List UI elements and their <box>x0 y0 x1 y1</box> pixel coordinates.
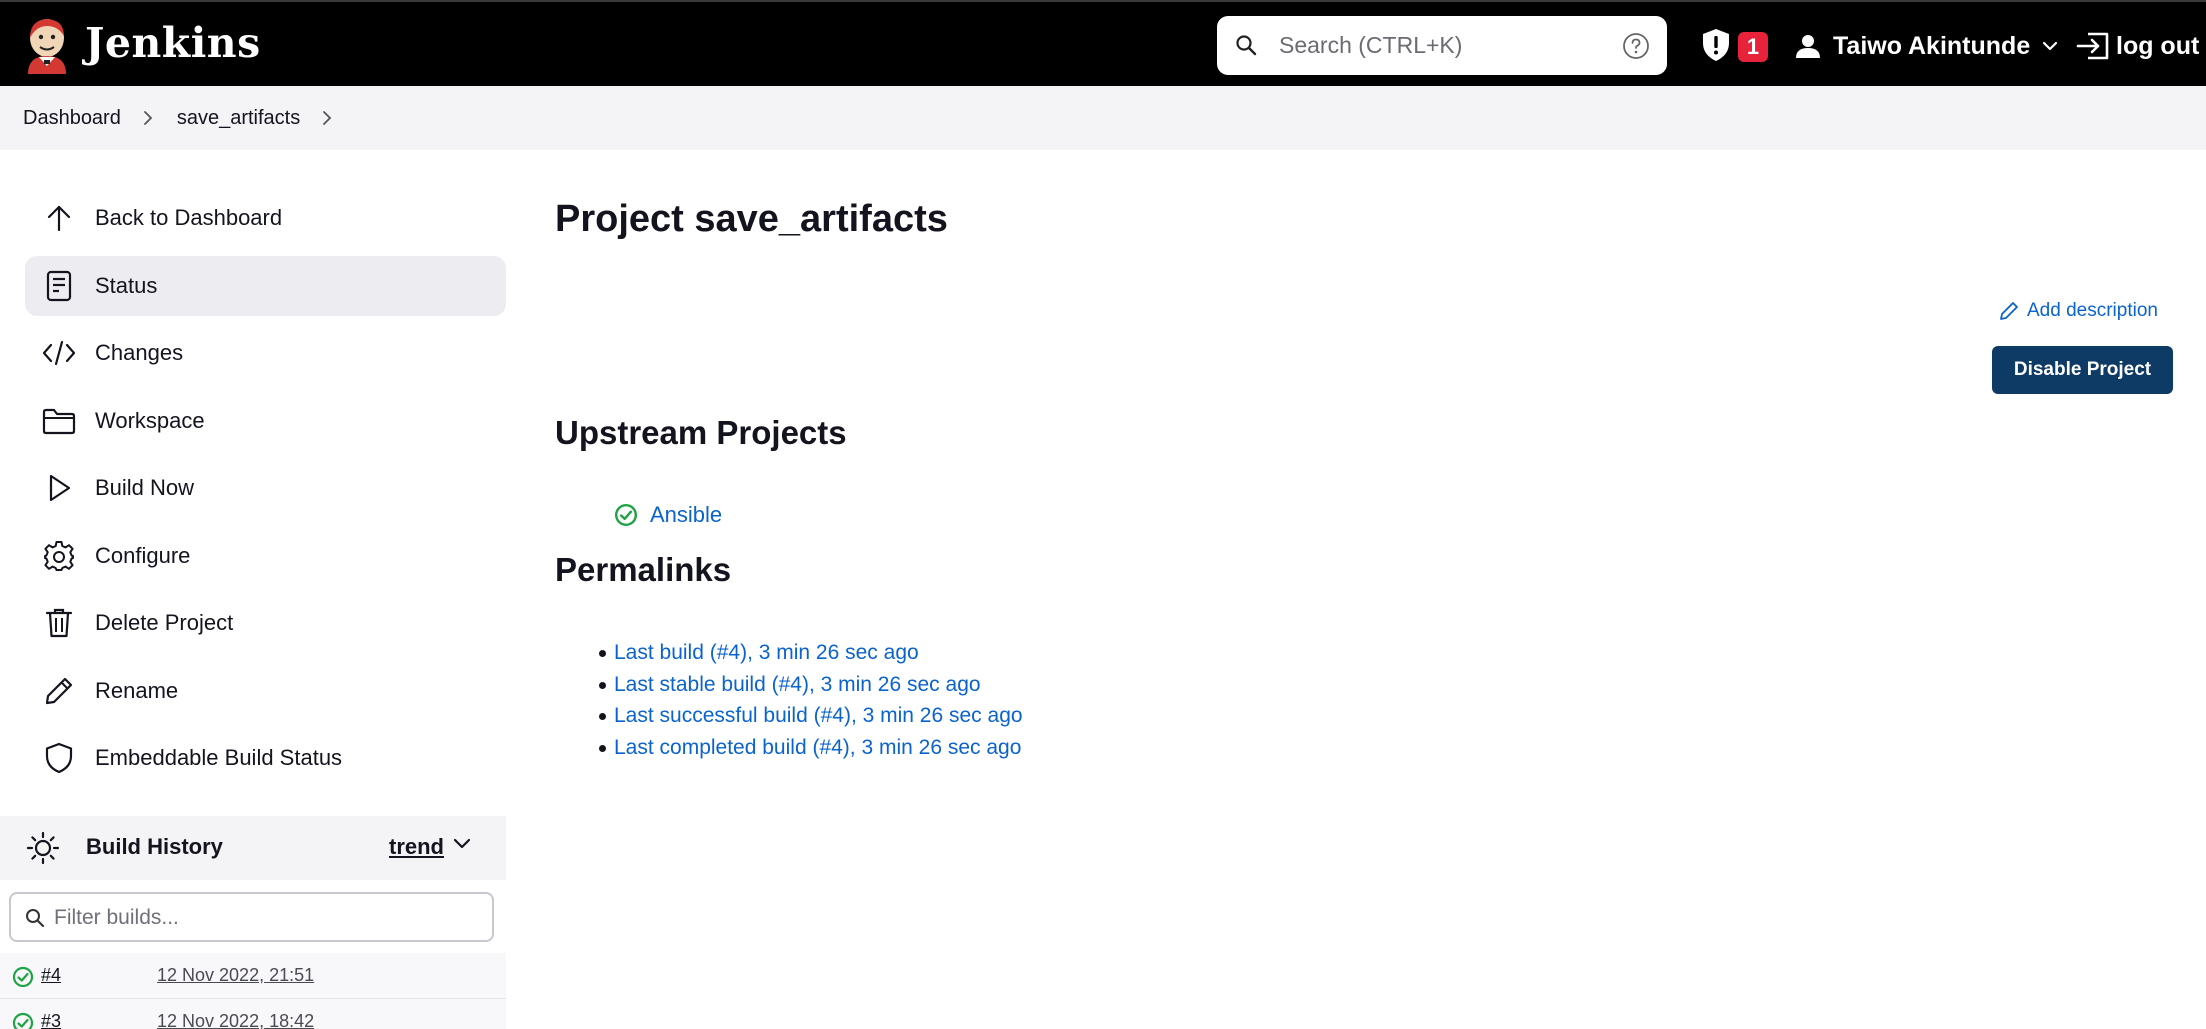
build-number-link[interactable]: #3 <box>41 1011 61 1029</box>
build-number-link[interactable]: #4 <box>41 965 61 986</box>
trash-icon <box>42 606 76 640</box>
page-title: Project save_artifacts <box>555 198 948 240</box>
sidebar-item-build-now[interactable]: Build Now <box>25 458 506 518</box>
permalink-last-successful-build[interactable]: Last successful build (#4), 3 min 26 sec… <box>599 701 1023 733</box>
code-icon <box>42 336 76 370</box>
breadcrumb-dashboard[interactable]: Dashboard <box>23 107 121 130</box>
build-history-header: Build History trend <box>0 816 506 880</box>
sidebar-item-label: Rename <box>95 678 179 703</box>
sidebar-item-delete-project[interactable]: Delete Project <box>25 593 506 653</box>
folder-icon <box>42 404 76 438</box>
search-icon <box>25 908 45 928</box>
document-icon <box>42 269 76 303</box>
security-count-badge[interactable]: 1 <box>1738 32 1768 62</box>
sidebar-item-label: Changes <box>95 340 184 365</box>
build-history-title: Build History <box>86 834 223 859</box>
search-input[interactable] <box>1279 26 1599 65</box>
sidebar-item-back-to-dashboard[interactable]: Back to Dashboard <box>25 188 506 248</box>
sidebar-item-status[interactable]: Status <box>25 256 506 316</box>
brand-name[interactable]: Jenkins <box>85 16 261 70</box>
chevron-right-icon[interactable] <box>322 110 332 126</box>
permalink-last-completed-build[interactable]: Last completed build (#4), 3 min 26 sec … <box>599 733 1023 765</box>
play-icon <box>42 471 76 505</box>
sidebar-item-label: Build Now <box>95 475 195 500</box>
jenkins-logo[interactable] <box>22 16 72 74</box>
user-name[interactable]: Taiwo Akintunde <box>1833 32 2030 61</box>
success-check-icon <box>614 503 638 527</box>
permalink-last-stable-build[interactable]: Last stable build (#4), 3 min 26 sec ago <box>599 670 1023 702</box>
success-check-icon <box>12 966 34 988</box>
weather-sun-icon <box>26 831 60 865</box>
filter-builds-input[interactable] <box>54 902 474 933</box>
pencil-icon <box>42 674 76 708</box>
help-icon[interactable] <box>1622 32 1650 60</box>
build-row[interactable]: #4 12 Nov 2022, 21:51 <box>0 953 506 999</box>
chevron-right-icon[interactable] <box>143 110 153 126</box>
security-shield-icon[interactable] <box>1701 28 1731 62</box>
sidebar-item-label: Configure <box>95 543 191 568</box>
success-check-icon <box>12 1012 34 1029</box>
build-date-link[interactable]: 12 Nov 2022, 18:42 <box>157 1011 314 1029</box>
sidebar-item-label: Status <box>95 273 158 298</box>
shield-icon <box>42 741 76 775</box>
chevron-down-icon[interactable] <box>2042 41 2058 51</box>
permalinks-heading: Permalinks <box>555 551 732 588</box>
permalink-last-build[interactable]: Last build (#4), 3 min 26 sec ago <box>599 638 1023 670</box>
build-date-link[interactable]: 12 Nov 2022, 21:51 <box>157 965 314 986</box>
breadcrumb: Dashboard save_artifacts <box>0 86 2206 150</box>
upstream-project-link[interactable]: Ansible <box>650 502 722 528</box>
permalinks-list: Last build (#4), 3 min 26 sec ago Last s… <box>599 638 1023 765</box>
add-description-link[interactable]: Add description <box>1999 300 2158 322</box>
sidebar-item-rename[interactable]: Rename <box>25 661 506 721</box>
disable-project-button[interactable]: Disable Project <box>1992 346 2173 394</box>
pencil-icon <box>1999 301 2027 321</box>
breadcrumb-project[interactable]: save_artifacts <box>177 107 300 130</box>
trend-link[interactable]: trend <box>389 834 444 860</box>
upstream-projects-heading: Upstream Projects <box>555 414 847 451</box>
sidebar-item-changes[interactable]: Changes <box>25 323 506 383</box>
sidebar-item-label: Embeddable Build Status <box>95 745 343 770</box>
sidebar-item-configure[interactable]: Configure <box>25 526 506 586</box>
sidebar-item-embeddable-build-status[interactable]: Embeddable Build Status <box>25 728 506 788</box>
filter-builds-box[interactable] <box>9 892 494 942</box>
logout-icon <box>2076 31 2110 61</box>
chevron-down-icon[interactable] <box>453 838 471 850</box>
build-row[interactable]: #3 12 Nov 2022, 18:42 <box>0 999 506 1029</box>
sidebar-item-label: Delete Project <box>95 610 234 635</box>
sidebar-item-workspace[interactable]: Workspace <box>25 391 506 451</box>
add-description-label[interactable]: Add description <box>2027 300 2158 322</box>
gear-icon <box>42 539 76 573</box>
search-box[interactable] <box>1217 16 1667 75</box>
upstream-project-item[interactable]: Ansible <box>614 502 722 528</box>
top-header: Jenkins 1 Taiwo Akintunde log out <box>0 0 2206 86</box>
user-menu[interactable]: Taiwo Akintunde <box>1795 26 2058 66</box>
logout-link[interactable]: log out <box>2076 26 2199 66</box>
search-icon <box>1235 34 1257 56</box>
arrow-up-icon <box>42 201 76 235</box>
logout-label[interactable]: log out <box>2116 32 2199 61</box>
sidebar-item-label: Back to Dashboard <box>95 205 283 230</box>
user-icon <box>1795 33 1821 59</box>
sidebar-item-label: Workspace <box>95 408 205 433</box>
